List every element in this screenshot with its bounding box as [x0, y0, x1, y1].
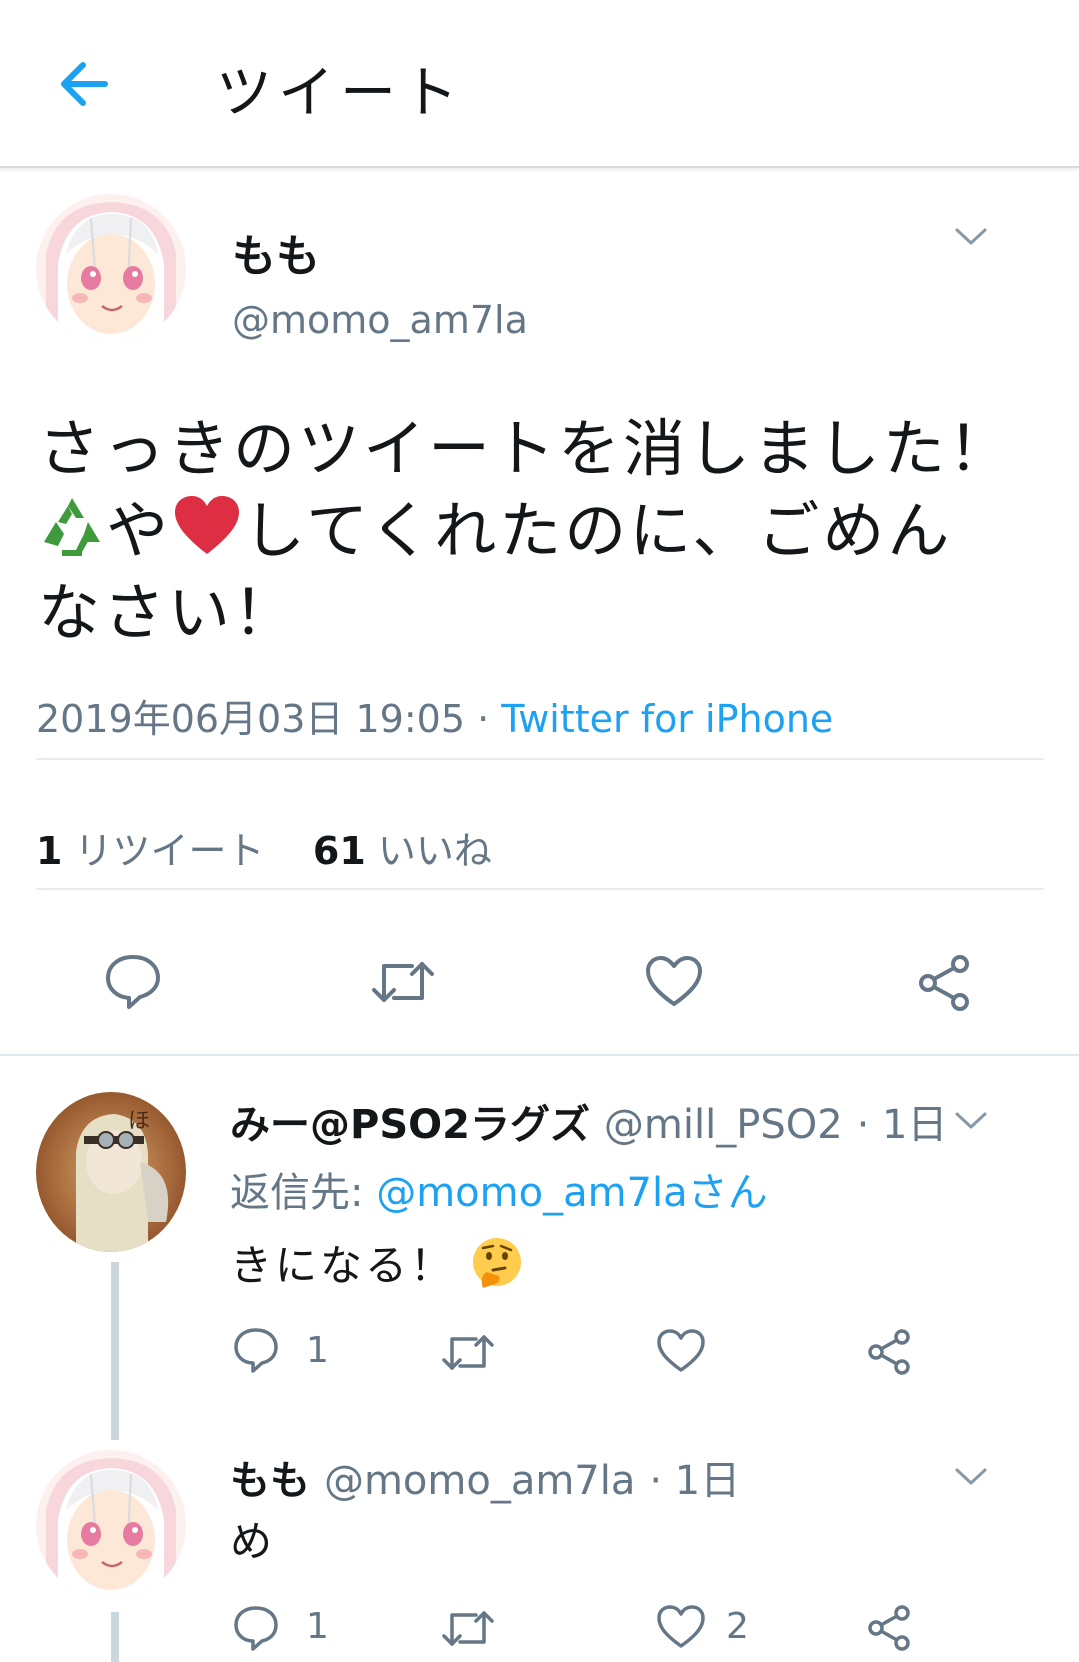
- like-label: いいね: [377, 829, 492, 873]
- reply-text-content: きになる！: [230, 1241, 456, 1290]
- tweet-text-line: なさい！: [38, 576, 299, 649]
- tweet-text-line: や してくれたのに、ごめん: [38, 490, 1038, 572]
- tweet-meta: 2019年06月03日 19:05 · Twitter for iPhone: [36, 688, 833, 743]
- reply-author-handle: @mill_PSO2: [603, 1102, 843, 1148]
- avatar[interactable]: [36, 1450, 186, 1600]
- reply-to: 返信先: @momo_am7laさん: [230, 1160, 768, 1218]
- like-count: 61: [312, 829, 366, 873]
- avatar[interactable]: ほ: [36, 1092, 186, 1252]
- reply-author[interactable]: もも @momo_am7la · 1日: [230, 1448, 740, 1506]
- reply-icon[interactable]: [232, 1326, 280, 1374]
- recycle-icon: [44, 498, 100, 556]
- like-icon[interactable]: [656, 1604, 706, 1650]
- heart-icon: [175, 496, 240, 554]
- chevron-down-icon[interactable]: [954, 226, 988, 248]
- avatar-lettering: ほ: [128, 1109, 150, 1134]
- retweet-icon[interactable]: [440, 1606, 496, 1650]
- reply-to-link[interactable]: @momo_am7laさん: [376, 1170, 767, 1216]
- author-name[interactable]: もも: [232, 220, 320, 284]
- reply-icon[interactable]: [232, 1604, 280, 1652]
- reply-count: 1: [306, 1330, 329, 1371]
- share-icon[interactable]: [866, 1604, 914, 1652]
- divider: [36, 888, 1044, 890]
- reply-time: · 1日: [856, 1102, 948, 1148]
- like-icon[interactable]: [656, 1328, 706, 1374]
- page-title: ツイート: [216, 61, 464, 126]
- reply-text: きになる！: [230, 1232, 523, 1293]
- back-arrow-icon[interactable]: [55, 55, 113, 113]
- like-count: 2: [726, 1606, 749, 1647]
- share-icon[interactable]: [866, 1328, 914, 1376]
- avatar-image: [36, 1450, 186, 1600]
- retweet-stat[interactable]: 1 リツイート: [36, 829, 265, 873]
- retweet-count: 1: [36, 829, 63, 873]
- like-stat[interactable]: 61 いいね: [313, 829, 492, 873]
- reply-text: め: [230, 1517, 276, 1566]
- retweet-label: リツイート: [74, 829, 265, 873]
- reply-author-handle: @momo_am7la: [323, 1458, 636, 1504]
- avatar[interactable]: [36, 194, 186, 344]
- thread-line: [111, 1262, 119, 1440]
- meta-separator: ·: [465, 697, 502, 741]
- chevron-down-icon[interactable]: [954, 1110, 988, 1132]
- reply-count: 1: [306, 1606, 329, 1647]
- chevron-down-icon[interactable]: [954, 1466, 988, 1488]
- avatar-image: [36, 194, 186, 344]
- reply-icon[interactable]: [104, 952, 162, 1010]
- tweet-text-segment: や: [106, 494, 172, 567]
- reply-author-name: もも: [230, 1458, 310, 1504]
- retweet-icon[interactable]: [370, 956, 436, 1008]
- reply-author-name: みー@PSO2ラグズ: [230, 1102, 590, 1148]
- author-handle[interactable]: @momo_am7la: [232, 298, 528, 342]
- timestamp: 2019年06月03日 19:05: [36, 697, 466, 741]
- divider: [36, 758, 1044, 760]
- avatar-image: ほ: [36, 1092, 186, 1252]
- retweet-icon[interactable]: [440, 1330, 496, 1374]
- reply-to-label: 返信先:: [230, 1170, 377, 1216]
- thread-line: [111, 1612, 119, 1662]
- like-icon[interactable]: [644, 954, 704, 1010]
- reply-author[interactable]: みー@PSO2ラグズ @mill_PSO2 · 1日: [230, 1092, 947, 1150]
- source-link[interactable]: Twitter for iPhone: [501, 697, 833, 741]
- tweet-stats: 1 リツイート 61 いいね: [36, 820, 492, 875]
- reply-time: · 1日: [649, 1458, 741, 1504]
- tweet-text-line: さっきのツイートを消しました！: [38, 412, 1014, 485]
- divider: [0, 1054, 1079, 1056]
- tweet-text: さっきのツイートを消しました！ や してくれたのに、ごめん なさい！: [38, 408, 1038, 654]
- top-app-bar: ツイート: [0, 0, 1079, 168]
- thinking-face-icon: [473, 1238, 522, 1288]
- share-icon[interactable]: [916, 954, 974, 1012]
- tweet-text-segment: してくれたのに、ごめん: [243, 494, 953, 567]
